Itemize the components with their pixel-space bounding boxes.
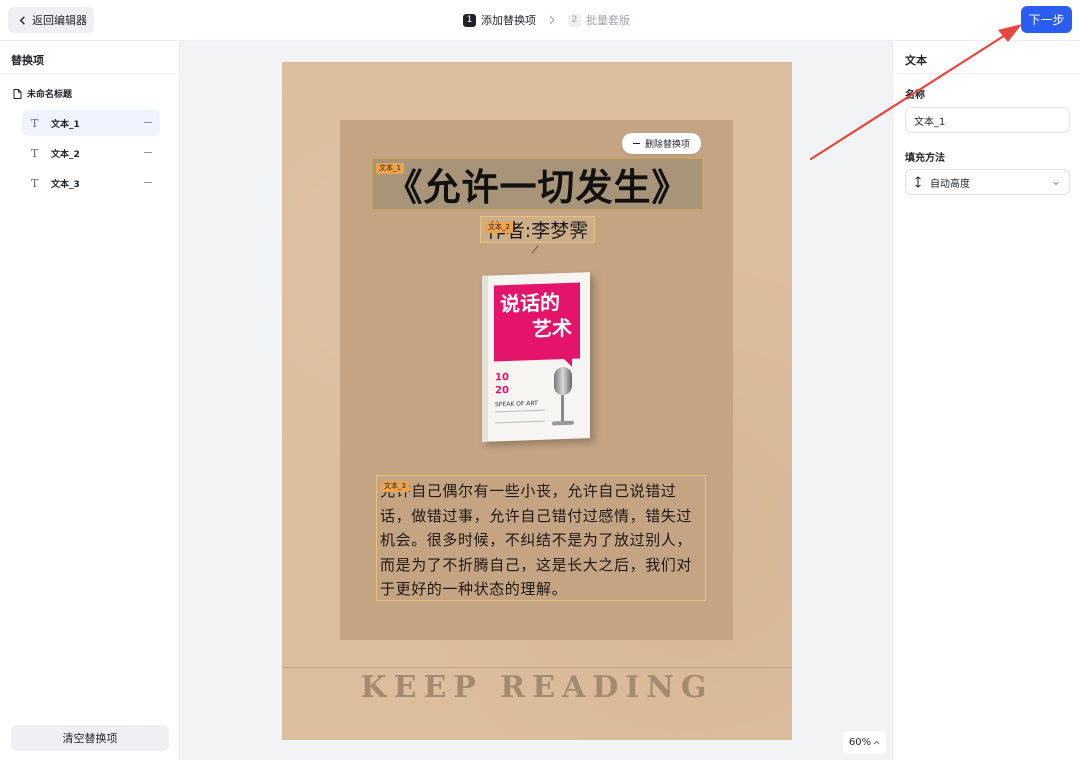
properties-title: 文本 <box>905 54 927 67</box>
back-to-editor-button[interactable]: 返回编辑器 <box>8 7 94 33</box>
step-1-number: 1 <box>463 13 476 27</box>
delete-replace-item-button[interactable]: 删除替换项 <box>622 133 701 154</box>
chevron-right-icon <box>549 15 555 25</box>
book-spine <box>482 275 488 442</box>
chevron-down-icon <box>1053 181 1059 186</box>
delete-button-label: 删除替换项 <box>644 140 690 150</box>
clear-replace-items-button[interactable]: 清空替换项 <box>11 725 169 751</box>
more-options-icon[interactable] <box>144 152 152 153</box>
replace-item-text-3[interactable]: T 文本_3 <box>22 170 160 196</box>
microphone-icon <box>554 366 572 396</box>
more-options-icon[interactable] <box>144 122 152 123</box>
step-2-label: 批量套版 <box>586 14 630 27</box>
chevron-left-icon <box>19 15 25 25</box>
fill-method-value: 自动高度 <box>930 178 970 190</box>
document-row[interactable]: 未命名标题 <box>13 87 72 100</box>
replace-item-label: 文本_3 <box>51 179 80 190</box>
properties-panel: 文本 名称 填充方法 自动高度 <box>892 41 1080 760</box>
replace-item-label: 文本_1 <box>51 119 80 130</box>
microphone-stand <box>561 395 564 422</box>
minus-icon <box>632 142 640 145</box>
poster-body-text: 允许自己偶尔有一些小丧，允许自己说错过话，做错过事，允许自己错付过感情，错失过机… <box>380 482 693 598</box>
zoom-control[interactable]: 60% <box>843 731 886 754</box>
book-title-line-2: 艺术 <box>532 315 572 342</box>
divider <box>0 73 179 74</box>
microphone-base <box>552 420 574 426</box>
book-numbers: 10 20 <box>495 371 509 397</box>
more-options-icon[interactable] <box>144 182 152 183</box>
poster-canvas[interactable]: 《允许一切发生》 文本_1 删除替换项 作者:李梦霁 文本_2 说话的 艺术 1… <box>282 62 792 740</box>
next-step-button[interactable]: 下一步 <box>1021 6 1072 33</box>
replace-item-text-2[interactable]: T 文本_2 <box>22 140 160 166</box>
speech-bubble-tail <box>562 356 572 368</box>
panel-title: 替换项 <box>11 54 44 67</box>
fill-method-label: 填充方法 <box>905 153 945 164</box>
book-number-10: 10 <box>495 371 509 384</box>
poster-divider <box>282 667 792 668</box>
document-icon <box>13 88 22 99</box>
replace-item-text-1[interactable]: T 文本_1 <box>22 110 160 136</box>
title-text-layer[interactable]: 《允许一切发生》 <box>372 158 703 210</box>
canvas-area: 《允许一切发生》 文本_1 删除替换项 作者:李梦霁 文本_2 说话的 艺术 1… <box>180 41 892 760</box>
book-image: 说话的 艺术 10 20 SPEAK OF ART <box>482 272 590 442</box>
zoom-level: 60% <box>848 737 872 748</box>
document-name: 未命名标题 <box>27 90 73 100</box>
text-type-icon: T <box>31 176 39 190</box>
fill-method-select[interactable]: 自动高度 <box>905 169 1070 195</box>
replace-item-label: 文本_2 <box>51 149 80 160</box>
poster-title: 《允许一切发生》 <box>385 166 690 209</box>
book-number-20: 20 <box>495 384 509 397</box>
body-text-layer[interactable]: 允许自己偶尔有一些小丧，允许自己说错过话，做错过事，允许自己错付过感情，错失过机… <box>376 475 706 601</box>
step-indicator: 1 添加替换项 2 批量套版 <box>463 12 630 28</box>
step-2-number: 2 <box>568 13 581 27</box>
replace-items-panel: 替换项 未命名标题 T 文本_1 T 文本_2 T 文本_3 清空替换项 <box>0 41 180 760</box>
book-title: 说话的 艺术 <box>500 289 576 344</box>
step-1-label: 添加替换项 <box>481 14 536 27</box>
vertical-resize-icon <box>915 176 921 188</box>
back-button-label: 返回编辑器 <box>32 14 87 27</box>
poster-footer-text: KEEP READING <box>360 670 714 705</box>
name-label: 名称 <box>905 90 925 101</box>
text-type-icon: T <box>31 116 39 130</box>
divider <box>893 73 1080 74</box>
body-layer-tag: 文本_3 <box>381 481 409 492</box>
author-layer-tag: 文本_2 <box>485 222 513 233</box>
chevron-up-icon <box>873 740 880 745</box>
text-type-icon: T <box>31 146 39 160</box>
top-bar: 返回编辑器 1 添加替换项 2 批量套版 下一步 <box>0 0 1080 41</box>
book-title-line-1: 说话的 <box>500 290 560 317</box>
title-layer-tag: 文本_1 <box>376 163 404 174</box>
book-small-print <box>495 409 545 424</box>
book-subtitle: SPEAK OF ART <box>495 399 538 409</box>
name-input[interactable] <box>905 107 1070 133</box>
